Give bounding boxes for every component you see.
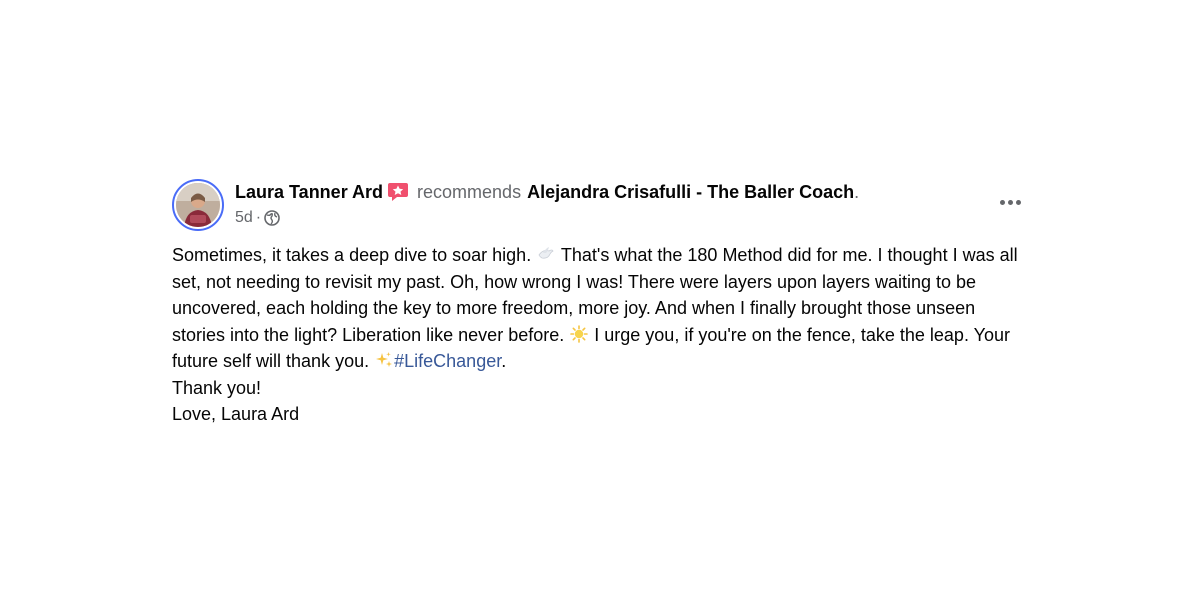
more-options-button[interactable] [992,188,1028,216]
recommend-star-icon [387,182,409,202]
globe-icon[interactable] [264,210,280,226]
sun-icon [570,324,589,343]
body-text-4: . [501,351,507,371]
hashtag-link[interactable]: #LifeChanger [394,351,501,371]
avatar-photo-icon [176,183,220,227]
body-text-1: Sometimes, it takes a deep dive to soar … [172,245,532,265]
avatar-story-ring[interactable] [172,179,224,231]
title-period: . [854,182,860,202]
recommended-page-name[interactable]: Alejandra Crisafulli - The Baller Coach [527,180,854,204]
post-line-signature: Love, Laura Ard [172,404,300,424]
post-meta: 5d · [235,208,280,228]
sparkles-icon [375,350,393,368]
author-name[interactable]: Laura Tanner Ard [235,180,383,204]
more-options-icon-dot [1007,199,1013,205]
avatar[interactable] [176,183,220,227]
more-options-icon [999,199,1005,205]
post-paragraph: Sometimes, it takes a deep dive to soar … [172,242,1032,375]
dove-icon [537,244,555,262]
post-line-thanks: Thank you! [172,377,262,398]
post-time[interactable]: 5d [235,208,253,228]
post-body: Sometimes, it takes a deep dive to soar … [172,242,1032,428]
post-header: Laura Tanner Ard recommends Alejandra Cr… [172,176,1032,232]
more-options-icon-dot [1015,199,1021,205]
post-title-line: Laura Tanner Ard recommends Alejandra Cr… [235,180,859,204]
action-text: recommends [417,182,522,202]
recommendation-post: Laura Tanner Ard recommends Alejandra Cr… [172,176,1032,428]
meta-separator: · [255,209,262,226]
